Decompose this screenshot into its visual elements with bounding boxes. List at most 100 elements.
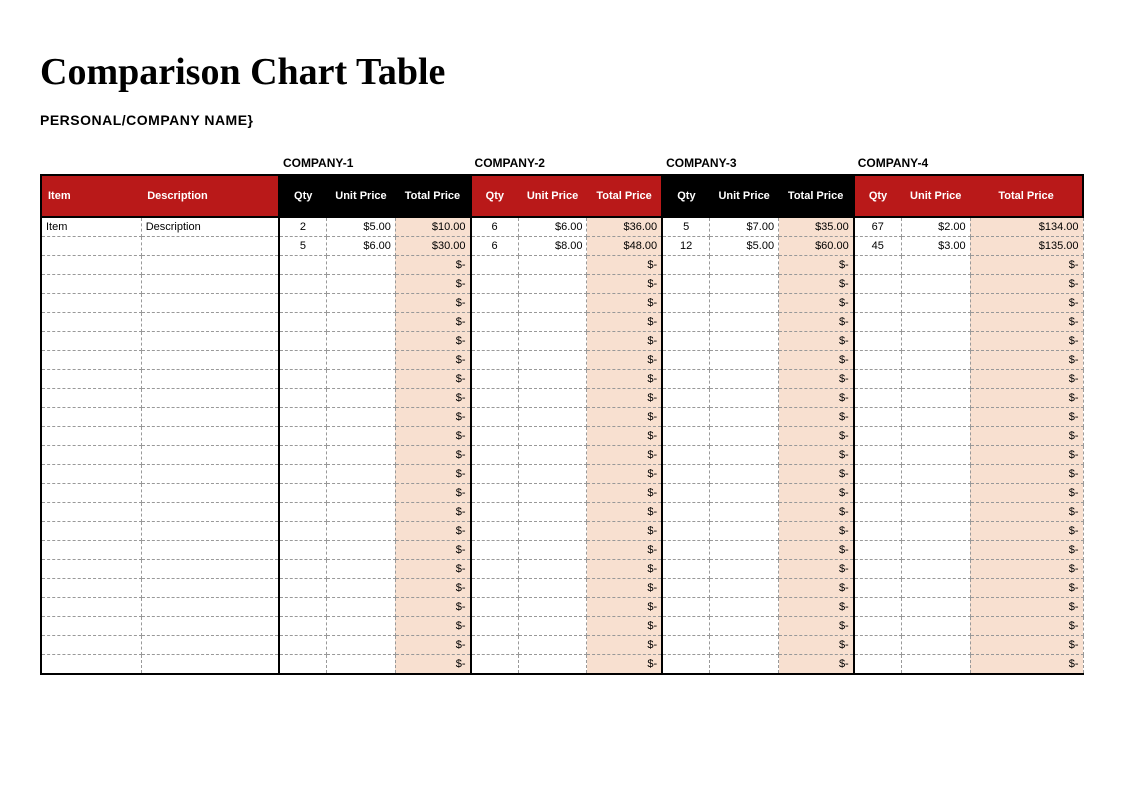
unit-cell bbox=[901, 503, 970, 522]
unit-cell bbox=[518, 275, 587, 294]
qty-cell bbox=[662, 313, 710, 332]
qty-cell bbox=[279, 427, 327, 446]
qty-cell bbox=[279, 313, 327, 332]
company-label-row: COMPANY-1 COMPANY-2 COMPANY-3 COMPANY-4 bbox=[41, 156, 1083, 175]
unit-cell bbox=[327, 541, 396, 560]
table-row: $-$-$-$- bbox=[41, 522, 1083, 541]
header-c1-total: Total Price bbox=[395, 175, 470, 217]
qty-cell bbox=[662, 541, 710, 560]
qty-cell bbox=[279, 465, 327, 484]
total-cell: $- bbox=[395, 636, 470, 655]
total-cell: $- bbox=[395, 408, 470, 427]
qty-cell bbox=[854, 522, 902, 541]
unit-cell bbox=[710, 294, 779, 313]
unit-cell bbox=[901, 446, 970, 465]
total-cell: $- bbox=[395, 446, 470, 465]
table-row: $-$-$-$- bbox=[41, 256, 1083, 275]
total-cell: $134.00 bbox=[970, 217, 1083, 237]
qty-cell bbox=[854, 655, 902, 675]
unit-cell bbox=[518, 636, 587, 655]
table-row: $-$-$-$- bbox=[41, 465, 1083, 484]
item-cell bbox=[41, 636, 141, 655]
total-cell: $- bbox=[779, 503, 854, 522]
qty-cell bbox=[854, 484, 902, 503]
unit-cell bbox=[710, 636, 779, 655]
unit-cell bbox=[901, 275, 970, 294]
unit-cell: $8.00 bbox=[518, 237, 587, 256]
item-cell bbox=[41, 351, 141, 370]
header-c4-qty: Qty bbox=[854, 175, 902, 217]
total-cell: $- bbox=[779, 484, 854, 503]
total-cell: $135.00 bbox=[970, 237, 1083, 256]
description-cell bbox=[141, 560, 279, 579]
unit-cell bbox=[327, 256, 396, 275]
qty-cell bbox=[471, 332, 519, 351]
total-cell: $- bbox=[779, 275, 854, 294]
unit-cell bbox=[518, 465, 587, 484]
qty-cell bbox=[279, 256, 327, 275]
total-cell: $- bbox=[395, 579, 470, 598]
qty-cell: 67 bbox=[854, 217, 902, 237]
qty-cell bbox=[279, 294, 327, 313]
qty-cell bbox=[854, 313, 902, 332]
item-cell bbox=[41, 332, 141, 351]
unit-cell bbox=[710, 332, 779, 351]
qty-cell bbox=[471, 427, 519, 446]
total-cell: $- bbox=[395, 332, 470, 351]
qty-cell bbox=[471, 389, 519, 408]
total-cell: $- bbox=[970, 636, 1083, 655]
header-row: Item Description Qty Unit Price Total Pr… bbox=[41, 175, 1083, 217]
qty-cell bbox=[854, 579, 902, 598]
qty-cell bbox=[471, 446, 519, 465]
total-cell: $- bbox=[587, 541, 662, 560]
qty-cell bbox=[854, 617, 902, 636]
total-cell: $- bbox=[587, 636, 662, 655]
unit-cell bbox=[327, 313, 396, 332]
item-cell bbox=[41, 503, 141, 522]
unit-cell: $7.00 bbox=[710, 217, 779, 237]
unit-cell bbox=[518, 484, 587, 503]
total-cell: $10.00 bbox=[395, 217, 470, 237]
qty-cell bbox=[854, 389, 902, 408]
unit-cell bbox=[518, 427, 587, 446]
total-cell: $60.00 bbox=[779, 237, 854, 256]
unit-cell bbox=[327, 275, 396, 294]
item-cell: Item bbox=[41, 217, 141, 237]
qty-cell bbox=[279, 598, 327, 617]
unit-cell bbox=[327, 446, 396, 465]
unit-cell bbox=[901, 427, 970, 446]
total-cell: $- bbox=[779, 427, 854, 446]
company-1-label: COMPANY-1 bbox=[279, 156, 471, 175]
unit-cell bbox=[710, 579, 779, 598]
qty-cell bbox=[662, 522, 710, 541]
description-cell bbox=[141, 522, 279, 541]
item-cell bbox=[41, 427, 141, 446]
description-cell bbox=[141, 655, 279, 675]
total-cell: $- bbox=[779, 446, 854, 465]
unit-cell bbox=[901, 617, 970, 636]
total-cell: $- bbox=[587, 484, 662, 503]
unit-cell bbox=[518, 655, 587, 675]
qty-cell bbox=[662, 465, 710, 484]
unit-cell bbox=[901, 541, 970, 560]
qty-cell bbox=[471, 408, 519, 427]
total-cell: $- bbox=[779, 408, 854, 427]
total-cell: $- bbox=[395, 655, 470, 675]
unit-cell bbox=[518, 351, 587, 370]
total-cell: $30.00 bbox=[395, 237, 470, 256]
unit-cell bbox=[518, 294, 587, 313]
total-cell: $- bbox=[970, 484, 1083, 503]
total-cell: $- bbox=[779, 617, 854, 636]
comparison-table: COMPANY-1 COMPANY-2 COMPANY-3 COMPANY-4 … bbox=[40, 156, 1084, 675]
table-row: $-$-$-$- bbox=[41, 313, 1083, 332]
total-cell: $- bbox=[970, 351, 1083, 370]
unit-cell bbox=[710, 484, 779, 503]
qty-cell bbox=[854, 256, 902, 275]
total-cell: $- bbox=[970, 579, 1083, 598]
qty-cell bbox=[662, 503, 710, 522]
qty-cell: 5 bbox=[662, 217, 710, 237]
unit-cell: $5.00 bbox=[327, 217, 396, 237]
total-cell: $- bbox=[395, 389, 470, 408]
total-cell: $- bbox=[970, 465, 1083, 484]
total-cell: $- bbox=[970, 446, 1083, 465]
